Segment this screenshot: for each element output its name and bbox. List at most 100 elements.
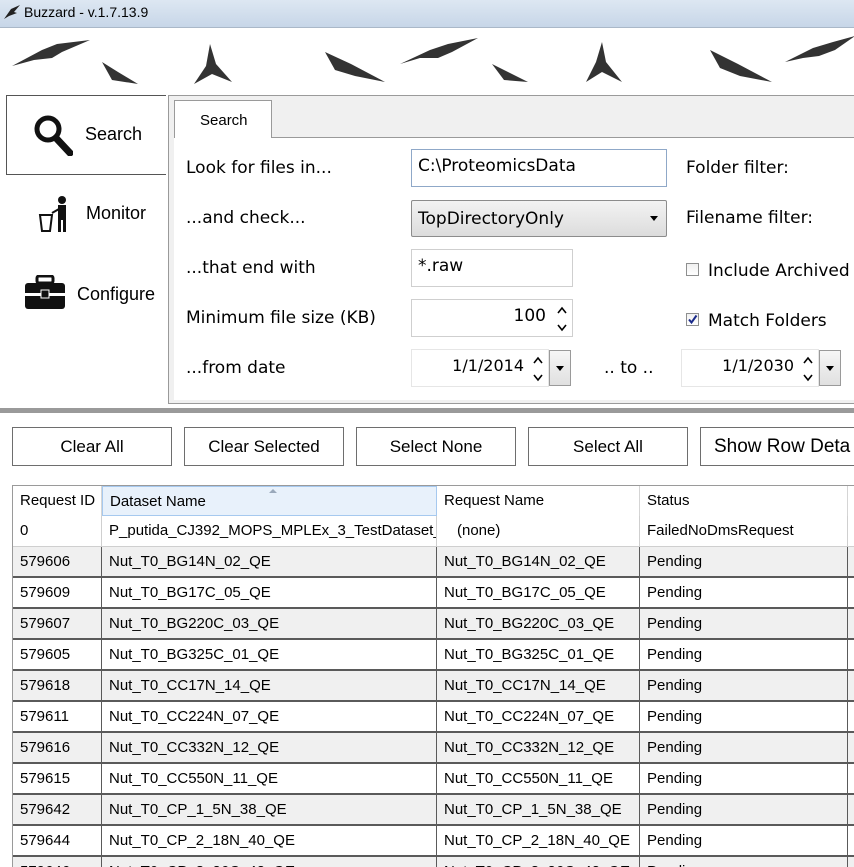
column-header-dataset-name[interactable]: Dataset Name: [102, 486, 437, 516]
cell-request-name: Nut_T0_CC550N_11_QE: [437, 764, 640, 793]
cell-request-name: Nut_T0_CP_1_5N_38_QE: [437, 795, 640, 824]
buzzard-icon: [325, 52, 385, 82]
cell-dataset-name: Nut_T0_BG14N_02_QE: [102, 547, 437, 576]
from-date-input[interactable]: 1/1/2014: [411, 349, 549, 387]
cell-request-name: Nut_T0_CC224N_07_QE: [437, 702, 640, 731]
column-header-request-name[interactable]: Request Name: [437, 486, 640, 516]
cell-overflow: [848, 764, 854, 793]
table-row[interactable]: 579606 Nut_T0_BG14N_02_QE Nut_T0_BG14N_02_…: [13, 547, 854, 578]
cell-dataset-name: Nut_T0_CC224N_07_QE: [102, 702, 437, 731]
cell-request-id: 0: [13, 516, 102, 546]
cell-request-id: 579616: [13, 733, 102, 762]
min-size-spinner[interactable]: [556, 304, 568, 334]
to-label: .. to ..: [604, 358, 654, 378]
look-for-input[interactable]: C:\ProteomicsData: [411, 149, 667, 187]
from-date-spinner[interactable]: [532, 354, 544, 384]
cell-status: Pending: [640, 826, 848, 855]
buzzard-banner: [0, 28, 854, 86]
nav-monitor-label: Monitor: [86, 203, 147, 223]
min-size-input[interactable]: 100: [411, 299, 573, 337]
buzzard-icon: [586, 42, 622, 82]
to-date-spinner[interactable]: [802, 354, 814, 384]
buzzard-icon: [492, 64, 528, 82]
extension-input[interactable]: *.raw: [411, 249, 573, 287]
window-title: Buzzard - v.1.7.13.9: [24, 4, 149, 20]
table-row[interactable]: 579616 Nut_T0_CC332N_12_QE Nut_T0_CC332N_1…: [13, 733, 854, 764]
column-header-status[interactable]: Status: [640, 486, 848, 516]
min-size-value: 100: [513, 306, 546, 326]
look-for-value: C:\ProteomicsData: [418, 156, 576, 176]
column-header-request-id[interactable]: Request ID: [13, 486, 102, 516]
tab-search[interactable]: Search: [174, 100, 272, 138]
nav-monitor[interactable]: Monitor: [6, 175, 166, 255]
extension-value: *.raw: [418, 256, 464, 276]
cell-request-id: 579618: [13, 671, 102, 700]
table-row[interactable]: 579609 Nut_T0_BG17C_05_QE Nut_T0_BG17C_05_…: [13, 578, 854, 609]
from-date-label: ...from date: [186, 358, 286, 378]
panel-splitter[interactable]: [0, 408, 854, 413]
table-row[interactable]: 579611 Nut_T0_CC224N_07_QE Nut_T0_CC224N_0…: [13, 702, 854, 733]
table-row[interactable]: 0 P_putida_CJ392_MOPS_MPLEx_3_TestDataset…: [13, 516, 854, 547]
cell-request-id: 579615: [13, 764, 102, 793]
cell-request-name: Nut_T0_BG325C_01_QE: [437, 640, 640, 669]
table-row[interactable]: 579607 Nut_T0_BG220C_03_QE Nut_T0_BG220C_0…: [13, 609, 854, 640]
checkmark-icon: [688, 314, 698, 325]
cell-request-id: 579611: [13, 702, 102, 731]
nav-configure[interactable]: Configure: [6, 255, 166, 335]
to-date-input[interactable]: 1/1/2030: [681, 349, 819, 387]
table-row[interactable]: 579644 Nut_T0_CP_2_18N_40_QE Nut_T0_CP_2_1…: [13, 826, 854, 857]
nav-search[interactable]: Search: [6, 95, 166, 175]
cell-request-id: 579644: [13, 826, 102, 855]
clear-selected-button[interactable]: Clear Selected: [184, 427, 344, 466]
cell-dataset-name: Nut_T0_CP_1_5N_38_QE: [102, 795, 437, 824]
folder-filter-label: Folder filter:: [686, 158, 789, 178]
show-row-details-button[interactable]: Show Row Deta: [700, 427, 854, 466]
cell-request-name: Nut_T0_CP_2_18N_40_QE: [437, 826, 640, 855]
cell-status: Pending: [640, 578, 848, 607]
search-depth-select[interactable]: TopDirectoryOnly: [411, 200, 667, 237]
cell-request-id: 579609: [13, 578, 102, 607]
chevron-down-icon: [826, 366, 834, 371]
cell-request-name: Nut_T0_BG14N_02_QE: [437, 547, 640, 576]
chevron-down-icon: [650, 216, 658, 221]
cell-dataset-name: Nut_T0_CP_2_18N_40_QE: [102, 826, 437, 855]
select-none-button[interactable]: Select None: [356, 427, 516, 466]
magnifier-icon: [34, 115, 73, 156]
clear-all-button[interactable]: Clear All: [12, 427, 172, 466]
column-header-overflow[interactable]: [848, 486, 854, 516]
cell-overflow: [848, 640, 854, 669]
table-row[interactable]: 579618 Nut_T0_CC17N_14_QE Nut_T0_CC17N_14_…: [13, 671, 854, 702]
cell-request-id: 579605: [13, 640, 102, 669]
trash-man-icon: [38, 196, 66, 232]
cell-dataset-name: P_putida_CJ392_MOPS_MPLEx_3_TestDataset_…: [102, 516, 437, 546]
select-all-button[interactable]: Select All: [528, 427, 688, 466]
buzzard-icon: [710, 50, 772, 82]
include-archived-checkbox[interactable]: [686, 263, 699, 276]
cell-request-id: 579642: [13, 795, 102, 824]
buzzard-icon: [400, 38, 478, 64]
match-folders-checkbox[interactable]: [686, 313, 699, 326]
to-date-dropdown-button[interactable]: [819, 350, 841, 386]
table-row[interactable]: 579605 Nut_T0_BG325C_01_QE Nut_T0_BG325C_0…: [13, 640, 854, 671]
cell-status: Pending: [640, 640, 848, 669]
table-row[interactable]: 579615 Nut_T0_CC550N_11_QE Nut_T0_CC550N_1…: [13, 764, 854, 795]
buzzard-icon: [12, 40, 90, 66]
look-for-label: Look for files in...: [186, 158, 332, 178]
cell-status: Pending: [640, 764, 848, 793]
match-folders-label: Match Folders: [708, 311, 827, 331]
to-date-value: 1/1/2030: [722, 356, 794, 375]
cell-dataset-name: Nut_T0_CC550N_11_QE: [102, 764, 437, 793]
buzzard-app-icon: [4, 5, 20, 19]
cell-overflow: [848, 795, 854, 824]
cell-request-id: 579607: [13, 609, 102, 638]
cell-status: FailedNoDmsRequest: [640, 516, 848, 546]
from-date-dropdown-button[interactable]: [549, 350, 571, 386]
sort-ascending-icon: [269, 489, 277, 493]
grid-header: Request ID Dataset Name Request Name Sta…: [13, 486, 854, 517]
cell-request-id: 579606: [13, 547, 102, 576]
end-with-label: ...that end with: [186, 258, 316, 278]
cell-overflow: [848, 609, 854, 638]
table-row[interactable]: 579642 Nut_T0_CP_1_5N_38_QE Nut_T0_CP_1_5N…: [13, 795, 854, 826]
cell-overflow: [848, 826, 854, 855]
include-archived-label: Include Archived Fil: [708, 261, 854, 281]
